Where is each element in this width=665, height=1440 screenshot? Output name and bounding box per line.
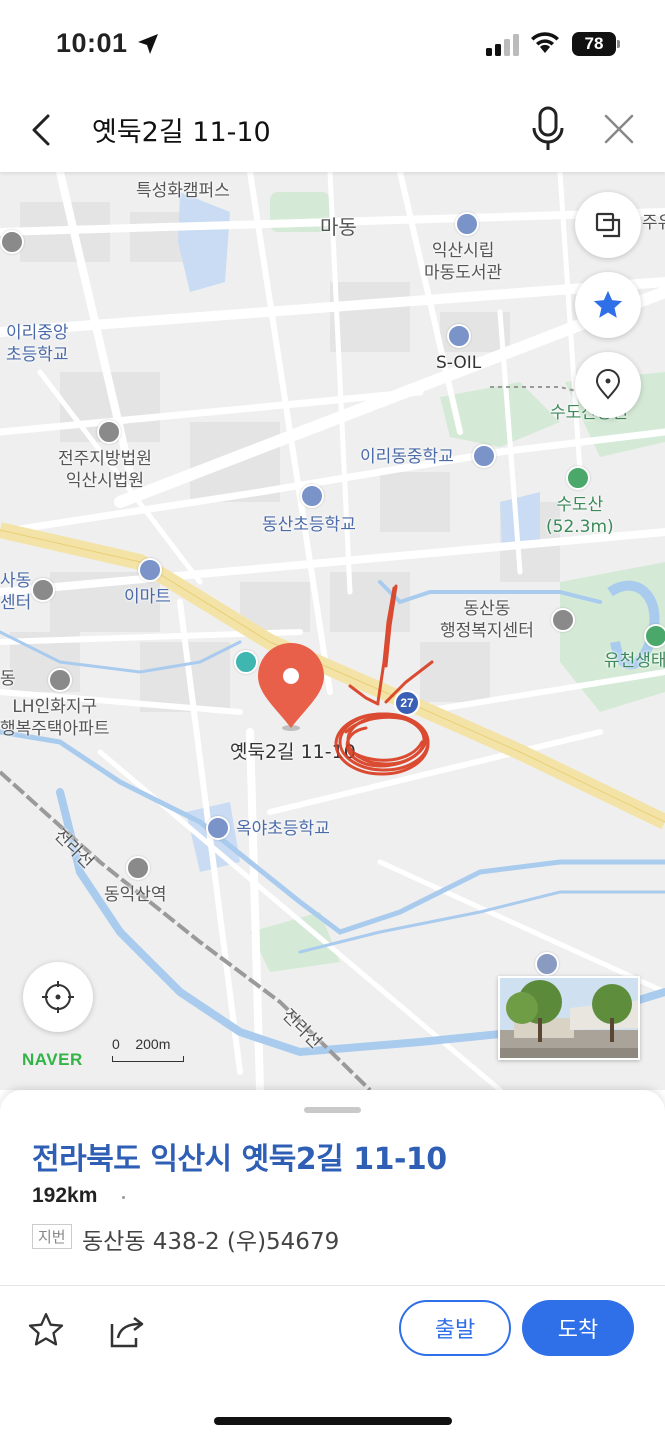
wifi-icon [531, 32, 559, 53]
label-dongsan-center: 동산동 행정복지센터 [440, 599, 534, 642]
sheet-grabber[interactable] [304, 1107, 361, 1113]
share-icon[interactable] [108, 1312, 148, 1352]
government-icon [551, 608, 575, 632]
search-header: 옛둑2길 11-10 [0, 88, 665, 172]
arrive-button[interactable]: 도착 [522, 1300, 634, 1356]
battery-level: 78 [572, 32, 616, 56]
school-icon [300, 484, 324, 508]
divider [0, 1285, 665, 1286]
label-dong-left: 동 [0, 669, 16, 689]
label-yucheon: 유천생태 [604, 651, 665, 671]
cellular-signal-icon [486, 34, 519, 56]
court-icon [97, 420, 121, 444]
microphone-icon[interactable] [528, 104, 568, 154]
location-arrow-icon [138, 34, 158, 54]
star-outline-icon[interactable] [26, 1310, 66, 1350]
search-query[interactable]: 옛둑2길 11-10 [92, 110, 271, 149]
government-icon [31, 578, 55, 602]
map-scale-label: 0 200m [112, 1036, 171, 1052]
favorite-button[interactable] [575, 272, 641, 338]
label-soil: S-OIL [436, 353, 482, 373]
label-court: 전주지방법원 익산시법원 [58, 449, 152, 492]
school-icon [206, 816, 230, 840]
label-iri-elementary: 이리중앙 초등학교 [6, 323, 69, 366]
library-icon [455, 212, 479, 236]
label-madong: 마동 [320, 215, 357, 239]
label-lh-apartment: LH인화지구 행복주택아파트 [0, 697, 110, 740]
back-icon[interactable] [22, 108, 62, 152]
star-icon [593, 290, 623, 318]
naver-logo: NAVER [22, 1050, 83, 1069]
accommodation-icon [535, 952, 559, 976]
jibun-tag: 지번 [32, 1224, 72, 1249]
gps-button[interactable] [23, 962, 93, 1032]
label-juyu: 주유 [642, 213, 665, 233]
street-view-thumbnail[interactable] [498, 976, 640, 1060]
park-icon [644, 624, 665, 648]
campus-icon [0, 230, 24, 254]
close-icon[interactable] [600, 110, 638, 148]
label-okya-elementary: 옥야초등학교 [236, 819, 330, 839]
distance: 192km [32, 1184, 98, 1207]
location-pin-marker[interactable] [256, 642, 326, 732]
map-scale-bar [112, 1056, 184, 1062]
street-view-image [500, 978, 638, 1058]
label-sadong-center: 사동 센터 [0, 571, 32, 614]
layers-button[interactable] [575, 192, 641, 258]
mountain-icon [566, 466, 590, 490]
crosshair-icon [42, 981, 74, 1013]
location-pin-button[interactable] [575, 352, 641, 418]
depart-button[interactable]: 출발 [399, 1300, 511, 1356]
apartment-icon [48, 668, 72, 692]
location-pin-icon [595, 369, 621, 400]
map-view[interactable]: 특성화캠퍼스 마동 익산시립 마동도서관 S-OIL 이리중앙 초등학교 전주지… [0, 172, 665, 1090]
battery-icon: 78 [572, 32, 620, 56]
label-emart: 이마트 [124, 587, 171, 607]
status-bar: 10:01 78 [0, 0, 665, 88]
label-sudosan: 수도산 (52.3m) [546, 495, 614, 538]
label-dongsan-elementary: 동산초등학교 [262, 515, 356, 535]
label-dongiksan-station: 동익산역 [104, 885, 167, 905]
layers-icon [595, 212, 621, 238]
place-title: 전라북도 익산시 옛둑2길 11-10 [32, 1142, 447, 1177]
hand-drawn-annotation [334, 584, 434, 776]
home-indicator[interactable] [214, 1417, 452, 1425]
jibun-address: 동산동 438-2 (우)54679 [82, 1229, 340, 1255]
landmark-icon [234, 650, 258, 674]
school-icon [472, 444, 496, 468]
shopping-icon [138, 558, 162, 582]
label-iridong-middle: 이리동중학교 [360, 447, 454, 467]
label-library: 익산시립 마동도서관 [424, 241, 503, 284]
gas-station-icon [447, 324, 471, 348]
label-campus: 특성화캠퍼스 [136, 181, 230, 201]
status-time: 10:01 [56, 28, 128, 58]
place-info-sheet: 전라북도 익산시 옛둑2길 11-10 192km 지번 동산동 438-2 (… [0, 1090, 665, 1440]
train-station-icon [126, 856, 150, 880]
